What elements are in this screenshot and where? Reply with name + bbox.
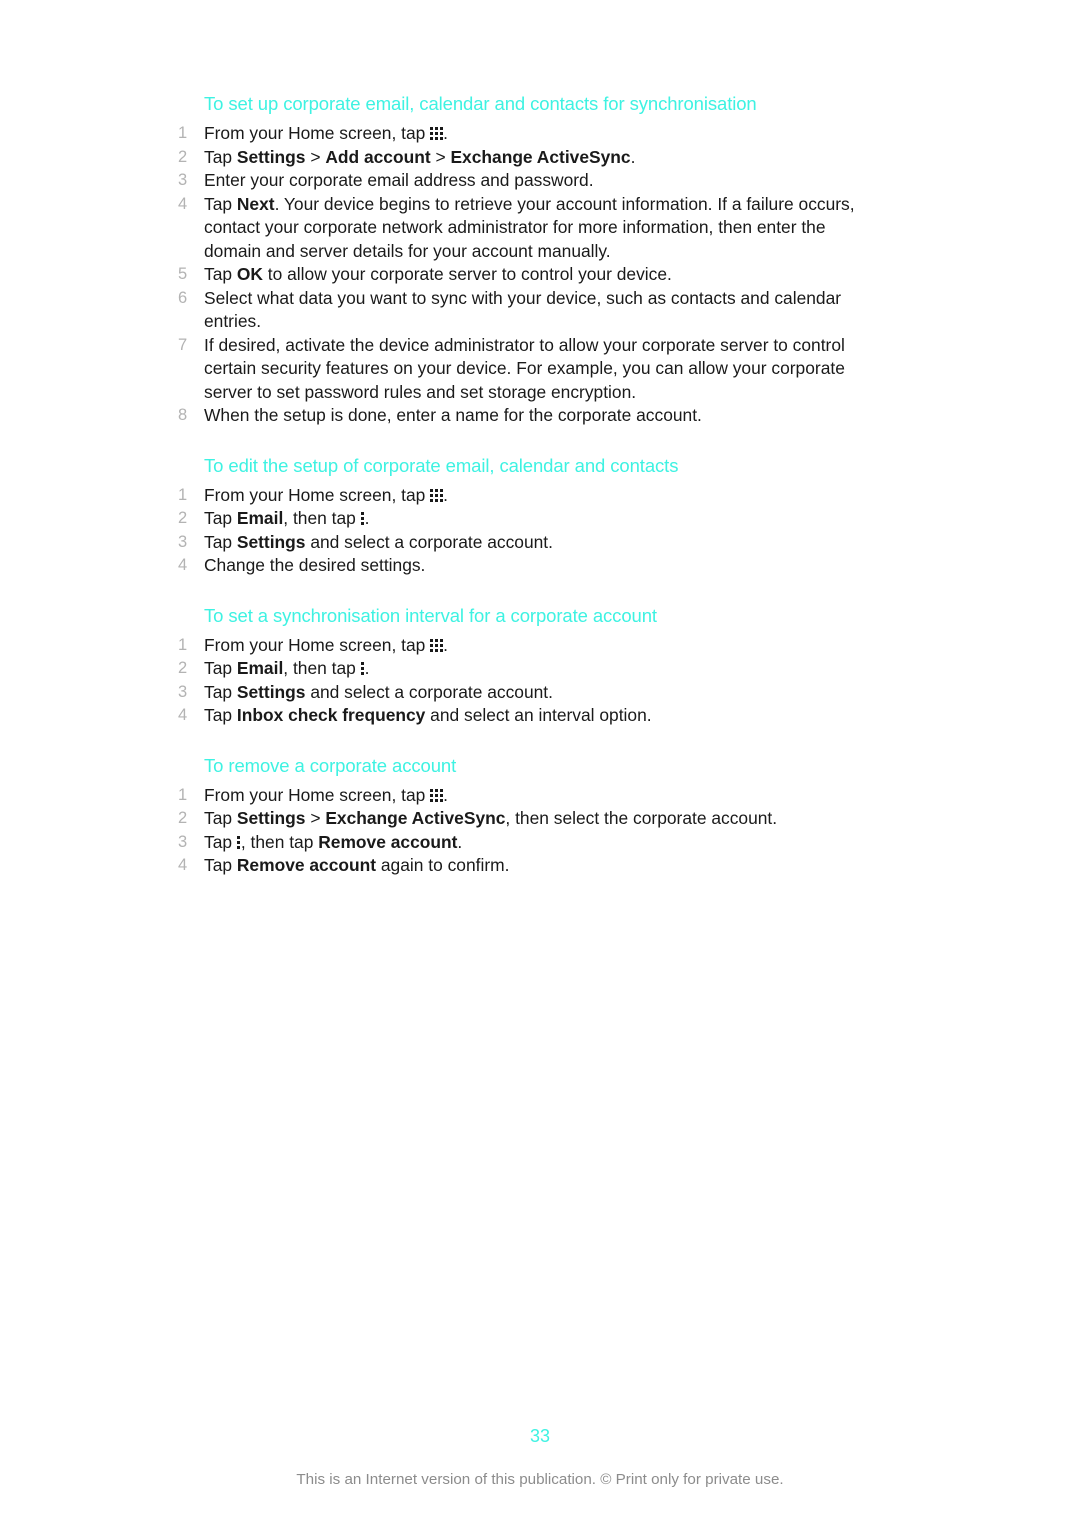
step-text: When the setup is done, enter a name for… (204, 405, 702, 425)
step-text: Enter your corporate email address and p… (204, 170, 594, 190)
ui-term: Exchange ActiveSync (325, 808, 506, 828)
step-text: From your Home screen, tap (204, 634, 431, 655)
ui-term: Next (236, 193, 275, 214)
step-text: . (630, 146, 636, 167)
step-item: Change the desired settings. (178, 554, 858, 578)
step-text: again to confirm. (376, 855, 510, 875)
step-item: From your Home screen, tap . (178, 122, 858, 146)
step-text: If desired, activate the device administ… (204, 334, 845, 402)
step-text: . (443, 784, 448, 805)
step-text: > (430, 146, 451, 167)
step-item: Tap Settings > Exchange ActiveSync, then… (178, 807, 858, 831)
step-text: and select a corporate account. (305, 531, 553, 552)
step-item: Tap Remove account again to confirm. (178, 854, 858, 878)
step-text: and select an interval option. (425, 705, 652, 725)
instruction-section: To edit the setup of corporate email, ca… (178, 454, 858, 578)
step-item: Tap Email, then tap . (178, 507, 858, 531)
app-grid-icon (430, 127, 444, 140)
step-text: Select what data you want to sync with y… (204, 287, 842, 332)
ui-term: Settings (236, 808, 306, 828)
step-text: Tap (204, 831, 237, 852)
step-text: Change the desired settings. (204, 555, 426, 575)
page-content: To set up corporate email, calendar and … (178, 92, 858, 878)
step-text: . (364, 658, 370, 678)
step-text: Tap (204, 531, 237, 552)
step-text: Tap (204, 681, 237, 702)
step-text: Tap (204, 508, 237, 528)
step-text: From your Home screen, tap (204, 484, 431, 505)
page-number: 33 (529, 1426, 551, 1446)
step-item: Tap , then tap Remove account. (178, 831, 858, 855)
step-item: If desired, activate the device administ… (178, 334, 858, 405)
step-item: From your Home screen, tap . (178, 484, 858, 508)
step-item: Tap Settings > Add account > Exchange Ac… (178, 146, 858, 170)
step-text: From your Home screen, tap (204, 123, 431, 143)
overflow-menu-icon (236, 835, 241, 849)
step-item: Tap Email, then tap . (178, 657, 858, 681)
ui-term: Inbox check frequency (236, 705, 426, 725)
section-heading: To set up corporate email, calendar and … (204, 93, 757, 114)
step-item: Tap OK to allow your corporate server to… (178, 263, 858, 287)
step-text: . (443, 634, 448, 655)
ui-term: Email (236, 658, 284, 678)
step-item: Tap Settings and select a corporate acco… (178, 531, 858, 555)
section-heading: To set a synchronisation interval for a … (204, 604, 657, 626)
step-item: Enter your corporate email address and p… (178, 169, 858, 193)
step-item: Select what data you want to sync with y… (178, 287, 858, 334)
step-text: , then tap (240, 831, 319, 852)
step-text: . (443, 484, 448, 505)
step-text: . (457, 831, 463, 852)
ui-term: Settings (236, 146, 306, 167)
footer-note: This is an Internet version of this publ… (296, 1471, 784, 1488)
ui-term: OK (236, 264, 263, 284)
step-text: , then tap (283, 508, 361, 528)
ui-term: Email (236, 508, 284, 528)
instruction-section: To set up corporate email, calendar and … (178, 92, 858, 428)
step-text: Tap (204, 808, 237, 828)
step-item: From your Home screen, tap . (178, 634, 858, 658)
step-text: , then select the corporate account. (505, 808, 778, 828)
step-text: > (305, 808, 326, 828)
step-item: From your Home screen, tap . (178, 784, 858, 808)
step-text: Tap (204, 658, 237, 678)
instruction-section: To set a synchronisation interval for a … (178, 604, 858, 728)
ui-term: Exchange ActiveSync (450, 146, 631, 167)
step-text: . Your device begins to retrieve your ac… (204, 193, 855, 261)
app-grid-icon (430, 788, 444, 802)
step-item: Tap Inbox check frequency and select an … (178, 704, 858, 728)
step-list: From your Home screen, tap . Tap Settings… (178, 122, 858, 428)
ui-term: Remove account (318, 831, 458, 852)
app-grid-icon (430, 638, 444, 652)
step-text: and select a corporate account. (305, 681, 553, 702)
overflow-menu-icon (360, 512, 365, 525)
step-text: , then tap (283, 658, 361, 678)
instruction-section: To remove a corporate account From your H… (178, 754, 858, 878)
step-item: Tap Next. Your device begins to retrieve… (178, 193, 858, 264)
step-text: Tap (204, 146, 237, 167)
step-list: From your Home screen, tap . Tap Email, t… (178, 634, 858, 728)
section-heading: To edit the setup of corporate email, ca… (204, 454, 679, 476)
step-text: to allow your corporate server to contro… (262, 264, 672, 284)
section-heading: To remove a corporate account (204, 754, 457, 776)
step-item: Tap Settings and select a corporate acco… (178, 681, 858, 705)
step-item: When the setup is done, enter a name for… (178, 404, 858, 428)
step-text: Tap (204, 193, 237, 214)
step-text: From your Home screen, tap (204, 784, 431, 805)
step-text: Tap (204, 855, 237, 875)
app-grid-icon (430, 488, 444, 502)
ui-term: Settings (236, 681, 306, 702)
step-text: Tap (204, 264, 237, 284)
step-text: . (443, 123, 448, 143)
step-list: From your Home screen, tap . Tap Settings… (178, 784, 858, 878)
ui-term: Settings (236, 531, 306, 552)
step-list: From your Home screen, tap . Tap Email, t… (178, 484, 858, 578)
step-text: > (305, 146, 326, 167)
ui-term: Remove account (236, 855, 377, 875)
step-text: . (364, 508, 370, 528)
ui-term: Add account (325, 146, 431, 167)
step-text: Tap (204, 705, 237, 725)
overflow-menu-icon (360, 662, 365, 675)
document-page: To set up corporate email, calendar and … (0, 0, 1080, 1527)
